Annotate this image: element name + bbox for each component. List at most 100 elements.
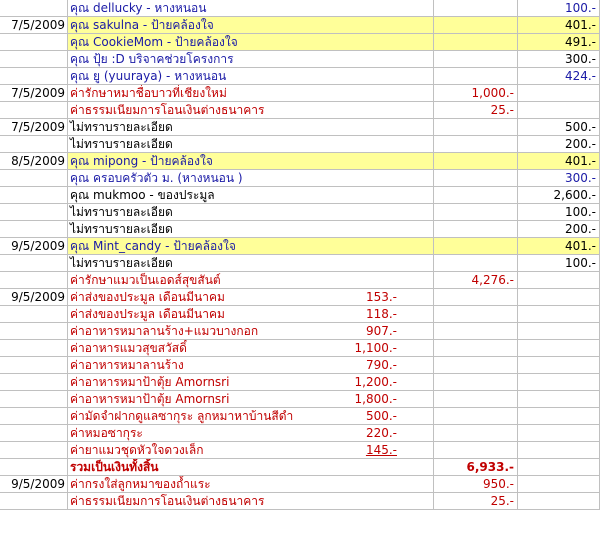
description-cell[interactable]: ค่าหมอซากุระ 220.- xyxy=(68,425,434,441)
date-cell[interactable]: 8/5/2009 xyxy=(0,153,68,169)
description-cell[interactable]: คุณ dellucky - หางหนอน xyxy=(68,0,434,16)
expense-cell[interactable] xyxy=(434,408,518,424)
description-cell[interactable]: ค่ารักษาแมวเป็นเอดส์สุขสันต์ xyxy=(68,272,434,288)
date-cell[interactable]: 7/5/2009 xyxy=(0,85,68,101)
income-cell[interactable]: 300.- xyxy=(518,170,600,186)
date-cell[interactable] xyxy=(0,374,68,390)
income-cell[interactable] xyxy=(518,408,600,424)
income-cell[interactable]: 401.- xyxy=(518,153,600,169)
income-cell[interactable] xyxy=(518,442,600,458)
expense-cell[interactable] xyxy=(434,51,518,67)
expense-cell[interactable] xyxy=(434,442,518,458)
description-cell[interactable]: คุณ ครอบครัวตัว ม. (หางหนอน ) xyxy=(68,170,434,186)
date-cell[interactable] xyxy=(0,442,68,458)
income-cell[interactable] xyxy=(518,85,600,101)
expense-cell[interactable]: 1,000.- xyxy=(434,85,518,101)
date-cell[interactable] xyxy=(0,221,68,237)
income-cell[interactable] xyxy=(518,272,600,288)
expense-cell[interactable] xyxy=(434,323,518,339)
income-cell[interactable] xyxy=(518,306,600,322)
expense-cell[interactable] xyxy=(434,340,518,356)
date-cell[interactable] xyxy=(0,187,68,203)
expense-cell[interactable] xyxy=(434,255,518,271)
date-cell[interactable]: 9/5/2009 xyxy=(0,238,68,254)
description-cell[interactable]: ค่าธรรมเนียมการโอนเงินต่างธนาคาร xyxy=(68,493,434,509)
description-cell[interactable]: ค่ากรงใส่ลูกหมาของถ้ำแระ xyxy=(68,476,434,492)
description-cell[interactable]: ค่าอาหารหมาลานร้าง+แมวบางกอก 907.- xyxy=(68,323,434,339)
income-cell[interactable]: 300.- xyxy=(518,51,600,67)
description-cell[interactable]: ไม่ทราบรายละเอียด xyxy=(68,119,434,135)
date-cell[interactable]: 9/5/2009 xyxy=(0,476,68,492)
income-cell[interactable]: 500.- xyxy=(518,119,600,135)
income-cell[interactable] xyxy=(518,323,600,339)
description-cell[interactable]: ค่าอาหารแมวสุขสวัสดิ์ 1,100.- xyxy=(68,340,434,356)
income-cell[interactable] xyxy=(518,289,600,305)
income-cell[interactable] xyxy=(518,476,600,492)
description-cell[interactable]: ค่าส่งของประมูล เดือนมีนาคม 153.- xyxy=(68,289,434,305)
expense-cell[interactable]: 4,276.- xyxy=(434,272,518,288)
expense-cell[interactable] xyxy=(434,221,518,237)
expense-cell[interactable]: 6,933.- xyxy=(434,459,518,475)
description-cell[interactable]: ค่าอาหารหมาป้าตุ้ย Amornsri 1,200.- xyxy=(68,374,434,390)
description-cell[interactable]: รวมเป็นเงินทั้งสิ้น xyxy=(68,459,434,475)
description-cell[interactable]: คุณ sakulna - ป้ายคล้องใจ xyxy=(68,17,434,33)
date-cell[interactable] xyxy=(0,170,68,186)
date-cell[interactable] xyxy=(0,34,68,50)
expense-cell[interactable] xyxy=(434,68,518,84)
income-cell[interactable]: 100.- xyxy=(518,204,600,220)
description-cell[interactable]: ค่าอาหารหมาลานร้าง 790.- xyxy=(68,357,434,373)
date-cell[interactable] xyxy=(0,204,68,220)
description-cell[interactable]: ไม่ทราบรายละเอียด xyxy=(68,136,434,152)
date-cell[interactable] xyxy=(0,493,68,509)
income-cell[interactable] xyxy=(518,391,600,407)
description-cell[interactable]: คุณ mipong - ป้ายคล้องใจ xyxy=(68,153,434,169)
date-cell[interactable] xyxy=(0,51,68,67)
income-cell[interactable]: 424.- xyxy=(518,68,600,84)
income-cell[interactable]: 100.- xyxy=(518,255,600,271)
date-cell[interactable]: 7/5/2009 xyxy=(0,17,68,33)
date-cell[interactable] xyxy=(0,136,68,152)
income-cell[interactable]: 200.- xyxy=(518,136,600,152)
expense-cell[interactable] xyxy=(434,153,518,169)
description-cell[interactable]: ค่าอาหารหมาป้าตุ้ย Amornsri 1,800.- xyxy=(68,391,434,407)
date-cell[interactable] xyxy=(0,357,68,373)
date-cell[interactable] xyxy=(0,306,68,322)
description-cell[interactable]: ไม่ทราบรายละเอียด xyxy=(68,204,434,220)
income-cell[interactable] xyxy=(518,340,600,356)
expense-cell[interactable] xyxy=(434,289,518,305)
income-cell[interactable]: 401.- xyxy=(518,17,600,33)
description-cell[interactable]: คุณ mukmoo - ของประมูล xyxy=(68,187,434,203)
description-cell[interactable]: ค่ารักษาหมาชื่อบาวที่เชียงใหม่ xyxy=(68,85,434,101)
expense-cell[interactable] xyxy=(434,119,518,135)
date-cell[interactable]: 7/5/2009 xyxy=(0,119,68,135)
description-cell[interactable]: ไม่ทราบรายละเอียด xyxy=(68,221,434,237)
income-cell[interactable]: 401.- xyxy=(518,238,600,254)
expense-cell[interactable] xyxy=(434,306,518,322)
date-cell[interactable] xyxy=(0,391,68,407)
income-cell[interactable]: 200.- xyxy=(518,221,600,237)
date-cell[interactable] xyxy=(0,255,68,271)
date-cell[interactable] xyxy=(0,323,68,339)
income-cell[interactable] xyxy=(518,374,600,390)
expense-cell[interactable] xyxy=(434,374,518,390)
income-cell[interactable] xyxy=(518,493,600,509)
expense-cell[interactable] xyxy=(434,391,518,407)
date-cell[interactable]: 9/5/2009 xyxy=(0,289,68,305)
expense-cell[interactable] xyxy=(434,0,518,16)
description-cell[interactable]: ค่ายาแมวชุดหัวใจดวงเล็ก 145.- xyxy=(68,442,434,458)
date-cell[interactable] xyxy=(0,340,68,356)
description-cell[interactable]: ค่าธรรมเนียมการโอนเงินต่างธนาคาร xyxy=(68,102,434,118)
expense-cell[interactable] xyxy=(434,34,518,50)
expense-cell[interactable]: 25.- xyxy=(434,493,518,509)
description-cell[interactable]: คุณ Mint_candy - ป้ายคล้องใจ xyxy=(68,238,434,254)
expense-cell[interactable]: 25.- xyxy=(434,102,518,118)
date-cell[interactable] xyxy=(0,408,68,424)
description-cell[interactable]: ไม่ทราบรายละเอียด xyxy=(68,255,434,271)
expense-cell[interactable]: 950.- xyxy=(434,476,518,492)
description-cell[interactable]: คุณ ยู (yuuraya) - หางหนอน xyxy=(68,68,434,84)
expense-cell[interactable] xyxy=(434,204,518,220)
income-cell[interactable] xyxy=(518,357,600,373)
date-cell[interactable] xyxy=(0,272,68,288)
expense-cell[interactable] xyxy=(434,238,518,254)
expense-cell[interactable] xyxy=(434,170,518,186)
